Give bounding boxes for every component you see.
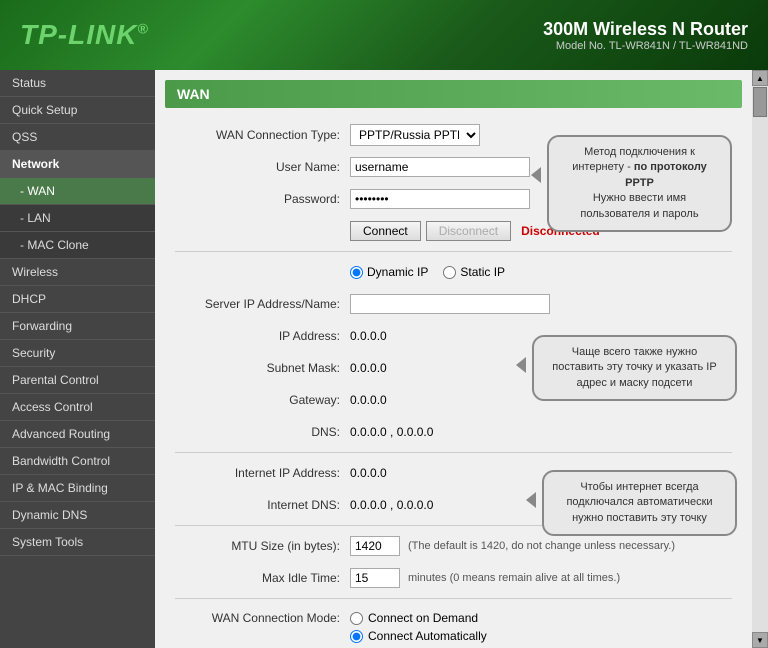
sidebar-item-advanced-routing[interactable]: Advanced Routing — [0, 421, 155, 448]
server-ip-row: Server IP Address/Name: — [175, 292, 732, 316]
tooltip-pptp: Метод подключения к интернету - по прото… — [547, 135, 732, 232]
sidebar-item-lan[interactable]: - LAN — [0, 205, 155, 232]
max-idle-input[interactable] — [350, 568, 400, 588]
sidebar-item-wan[interactable]: - WAN — [0, 178, 155, 205]
dynamic-ip-radio[interactable] — [350, 266, 363, 279]
server-ip-label: Server IP Address/Name: — [175, 297, 350, 311]
sidebar-item-quick-setup[interactable]: Quick Setup — [0, 97, 155, 124]
tooltip3-text: Чтобы интернет всегда подключался автома… — [566, 481, 712, 524]
logo: TP-LINK® — [20, 19, 149, 51]
mode-auto-label: Connect Automatically — [368, 629, 487, 643]
sidebar-item-forwarding[interactable]: Forwarding — [0, 313, 155, 340]
username-input[interactable] — [350, 157, 530, 177]
sidebar-item-bandwidth-control[interactable]: Bandwidth Control — [0, 448, 155, 475]
content-area: WAN WAN Connection Type: PPTP/Russia PPT… — [155, 70, 752, 648]
sidebar-item-mac-clone[interactable]: - MAC Clone — [0, 232, 155, 259]
scroll-down-arrow[interactable]: ▼ — [752, 632, 768, 648]
mode-demand-option: Connect on Demand — [350, 611, 732, 625]
dynamic-ip-label[interactable]: Dynamic IP — [350, 265, 428, 279]
tooltip1-text: Метод подключения к интернету - по прото… — [572, 146, 707, 220]
scroll-thumb[interactable] — [753, 87, 767, 117]
mtu-input[interactable] — [350, 536, 400, 556]
dns-value: 0.0.0.0 , 0.0.0.0 — [350, 425, 732, 439]
ip-type-control: Dynamic IP Static IP — [350, 265, 732, 279]
static-ip-radio[interactable] — [443, 266, 456, 279]
subnet-mask-label: Subnet Mask: — [175, 361, 350, 375]
scroll-up-arrow[interactable]: ▲ — [752, 70, 768, 86]
max-idle-row: Max Idle Time: minutes (0 means remain a… — [175, 566, 732, 590]
wan-mode-row: WAN Connection Mode: Connect on Demand C… — [175, 607, 732, 648]
ip-type-row: Dynamic IP Static IP — [175, 260, 732, 284]
dns-row: DNS: 0.0.0.0 , 0.0.0.0 — [175, 420, 732, 444]
logo-text: TP-LINK — [20, 19, 137, 50]
mode-demand-radio[interactable] — [350, 612, 363, 625]
sidebar-item-qss[interactable]: QSS — [0, 124, 155, 151]
connect-button[interactable]: Connect — [350, 221, 421, 241]
password-input[interactable] — [350, 189, 530, 209]
mode-auto-radio[interactable] — [350, 630, 363, 643]
mtu-control: (The default is 1420, do not change unle… — [350, 536, 732, 556]
sidebar-item-wireless[interactable]: Wireless — [0, 259, 155, 286]
wan-mode-label: WAN Connection Mode: — [175, 611, 350, 625]
header-model: 300M Wireless N Router Model No. TL-WR84… — [543, 19, 748, 52]
mtu-label: MTU Size (in bytes): — [175, 539, 350, 553]
sidebar-item-dynamic-dns[interactable]: Dynamic DNS — [0, 502, 155, 529]
internet-ip-label: Internet IP Address: — [175, 466, 350, 480]
static-ip-label[interactable]: Static IP — [443, 265, 505, 279]
wan-mode-control: Connect on Demand Connect Automatically … — [350, 611, 732, 648]
scroll-track[interactable] — [752, 86, 768, 632]
mtu-hint: (The default is 1420, do not change unle… — [408, 540, 675, 552]
model-name: 300M Wireless N Router — [543, 19, 748, 40]
max-idle-control: minutes (0 means remain alive at all tim… — [350, 568, 732, 588]
password-label: Password: — [175, 192, 350, 206]
sidebar-item-ip-mac-binding[interactable]: IP & MAC Binding — [0, 475, 155, 502]
server-ip-input[interactable] — [350, 294, 550, 314]
sidebar: StatusQuick SetupQSSNetwork- WAN- LAN- M… — [0, 70, 155, 648]
tooltip2-text: Чаще всего также нужно поставить эту точ… — [552, 346, 716, 389]
tooltip-auto: Чтобы интернет всегда подключался автома… — [542, 470, 737, 536]
mode-demand-label: Connect on Demand — [368, 611, 478, 625]
logo-reg: ® — [137, 21, 148, 37]
max-idle-label: Max Idle Time: — [175, 571, 350, 585]
model-num: Model No. TL-WR841N / TL-WR841ND — [543, 40, 748, 52]
header: TP-LINK® 300M Wireless N Router Model No… — [0, 0, 768, 70]
mtu-row: MTU Size (in bytes): (The default is 142… — [175, 534, 732, 558]
sidebar-item-network[interactable]: Network — [0, 151, 155, 178]
gateway-label: Gateway: — [175, 393, 350, 407]
mode-auto-option: Connect Automatically — [350, 629, 732, 643]
sidebar-item-status[interactable]: Status — [0, 70, 155, 97]
tooltip-subnet: Чаще всего также нужно поставить эту точ… — [532, 335, 737, 401]
scrollbar: ▲ ▼ — [752, 70, 768, 648]
dns-label: DNS: — [175, 425, 350, 439]
page-title: WAN — [165, 80, 742, 108]
connection-type-label: WAN Connection Type: — [175, 128, 350, 142]
server-ip-control — [350, 294, 732, 314]
ip-address-label: IP Address: — [175, 329, 350, 343]
max-idle-hint: minutes (0 means remain alive at all tim… — [408, 572, 620, 584]
sidebar-item-system-tools[interactable]: System Tools — [0, 529, 155, 556]
sidebar-item-parental-control[interactable]: Parental Control — [0, 367, 155, 394]
sidebar-item-security[interactable]: Security — [0, 340, 155, 367]
sidebar-item-dhcp[interactable]: DHCP — [0, 286, 155, 313]
username-label: User Name: — [175, 160, 350, 174]
disconnect-button[interactable]: Disconnect — [426, 221, 511, 241]
sidebar-item-access-control[interactable]: Access Control — [0, 394, 155, 421]
connection-type-select[interactable]: PPTP/Russia PPTP Dynamic IP Static IP PP… — [350, 124, 480, 146]
internet-dns-label: Internet DNS: — [175, 498, 350, 512]
